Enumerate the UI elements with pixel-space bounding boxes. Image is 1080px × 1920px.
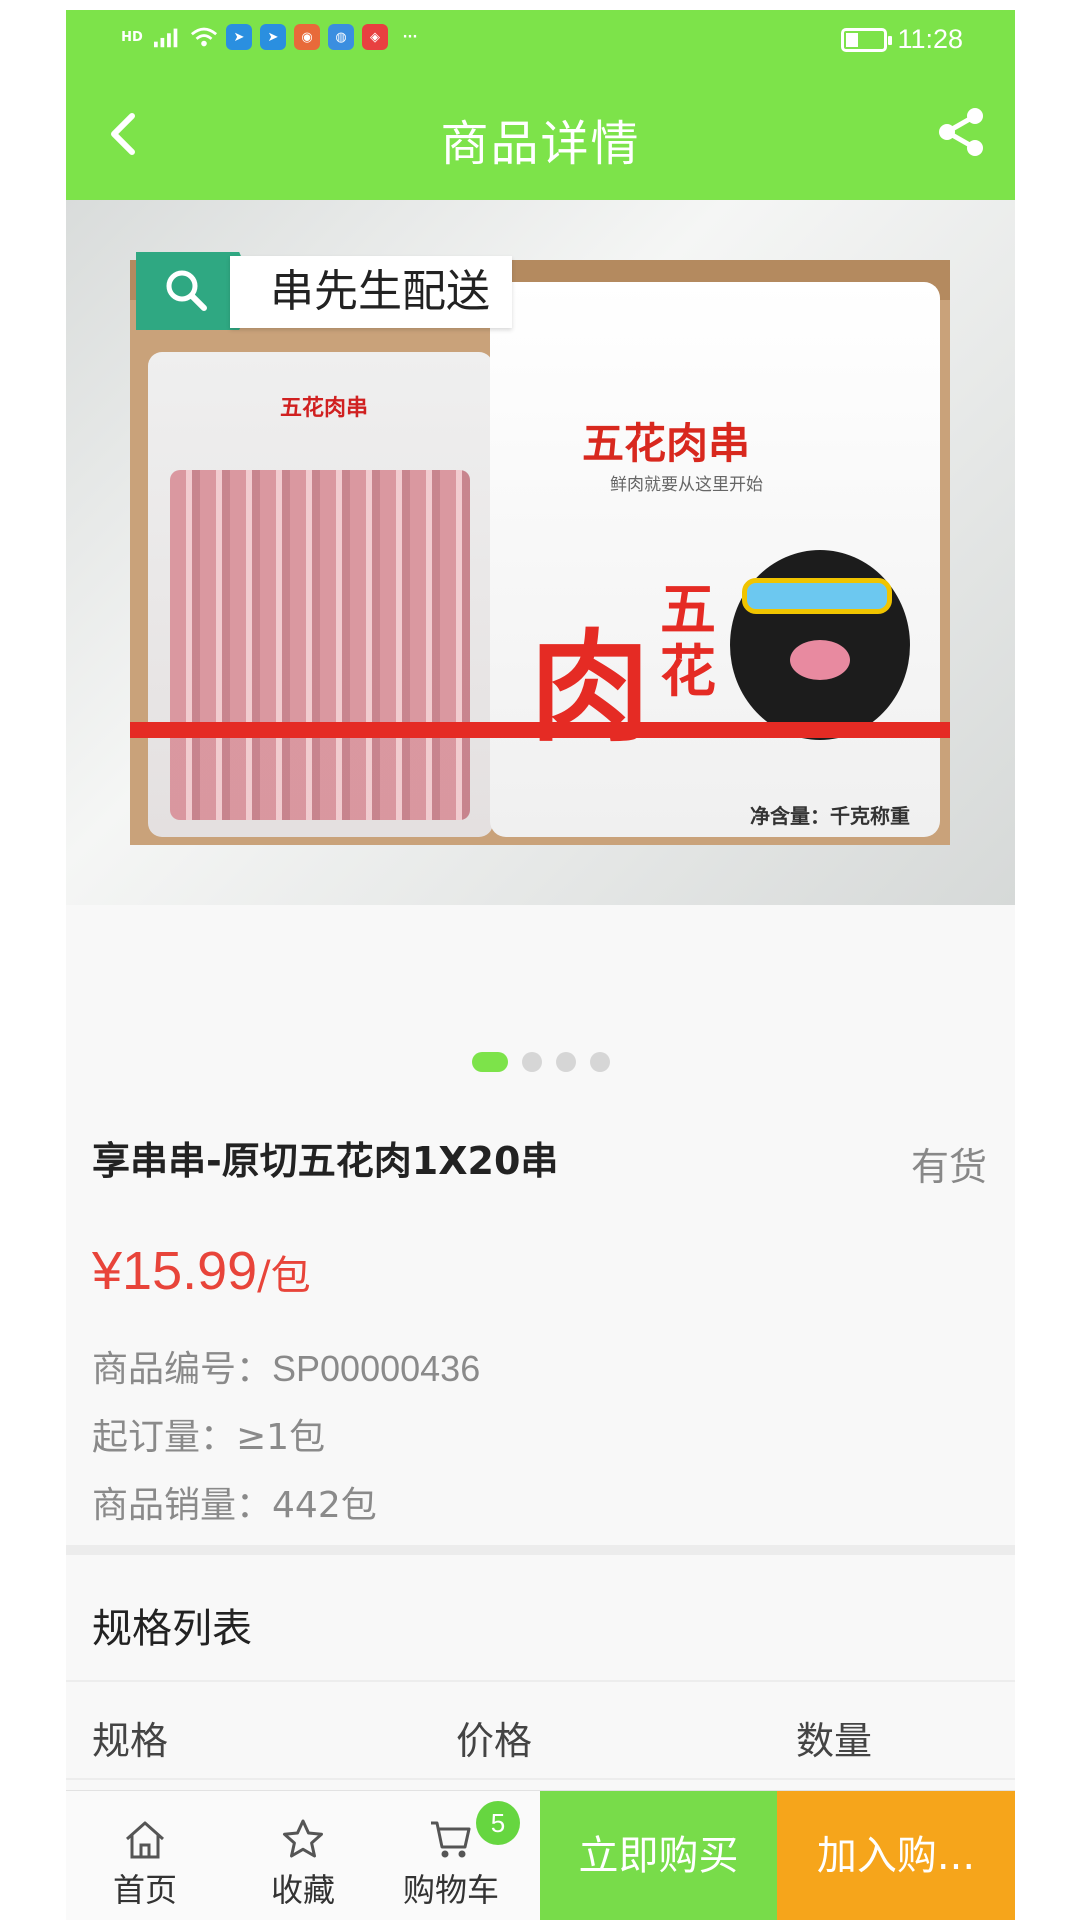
pig-sunglasses — [742, 578, 892, 614]
share-icon — [939, 108, 983, 156]
tab-favorite-label: 收藏 — [270, 1871, 335, 1909]
app-icon: ◈ — [362, 24, 388, 50]
tab-cart[interactable]: 5 购物车 — [376, 1791, 526, 1920]
product-code-label: 商品编号： — [92, 1349, 273, 1390]
spec-col-spec: 规格 — [92, 1719, 169, 1763]
app-icon: ◉ — [294, 24, 320, 50]
sales-volume: 商品销量：442包 — [92, 1476, 377, 1528]
cart-count-badge: 5 — [476, 1801, 520, 1845]
carousel-dot[interactable] — [555, 1052, 576, 1072]
signal-icon — [154, 25, 182, 49]
section-divider — [66, 1545, 1015, 1555]
carousel-dot-active[interactable] — [471, 1052, 508, 1072]
product-price: ¥15.99/包 — [92, 1240, 311, 1302]
telegram-icon: ➤ — [260, 24, 286, 50]
price-unit: /包 — [257, 1253, 311, 1299]
tab-cart-label: 购物车 — [402, 1871, 499, 1909]
carousel-dot[interactable] — [521, 1052, 542, 1072]
bag-side-chars: 五花 — [660, 578, 716, 705]
search-icon — [166, 270, 207, 311]
meat-skewers — [170, 470, 470, 820]
bottom-action-bar: 首页 收藏 5 购物车 立即购买 加入购... — [66, 1790, 1015, 1920]
carousel-dot[interactable] — [589, 1052, 610, 1072]
more-notifications: ··· — [402, 29, 418, 45]
stock-status: 有货 — [910, 1145, 987, 1189]
status-right: 11:28 — [841, 24, 963, 55]
min-order-label: 起订量： — [92, 1417, 237, 1458]
bag-left-label: 五花肉串 — [280, 396, 369, 421]
hd-indicator: HD — [121, 29, 143, 45]
header: 商品详情 — [66, 72, 1015, 200]
wifi-icon — [190, 25, 218, 49]
tab-favorite[interactable]: 收藏 — [228, 1791, 378, 1920]
tab-home-label: 首页 — [112, 1871, 177, 1909]
tab-home[interactable]: 首页 — [70, 1791, 220, 1920]
status-bar: HD ➤ ➤ ◉ ◍ ◈ ··· 11:28 — [66, 10, 1015, 72]
bag-title: 五花肉串 — [582, 419, 751, 468]
sales-volume-value: 442包 — [272, 1485, 377, 1526]
telegram-icon: ➤ — [226, 24, 252, 50]
sales-volume-label: 商品销量： — [92, 1485, 273, 1526]
page-title: 商品详情 — [440, 116, 641, 172]
cart-icon — [431, 1821, 471, 1858]
spec-col-quantity: 数量 — [796, 1719, 873, 1763]
share-button[interactable] — [931, 102, 991, 162]
product-name: 享串串-原切五花肉1X20串 — [92, 1139, 559, 1183]
red-band — [130, 722, 950, 738]
buy-now-button[interactable]: 立即购买 — [540, 1791, 777, 1920]
price-value: ¥15.99 — [92, 1241, 258, 1301]
home-icon — [126, 1821, 164, 1859]
star-icon — [283, 1819, 323, 1858]
spec-col-price: 价格 — [456, 1719, 533, 1763]
spec-list-title: 规格列表 — [92, 1606, 252, 1652]
delivery-label: 串先生配送 — [230, 256, 512, 328]
spec-table-header: 规格 价格 数量 — [66, 1680, 1015, 1780]
browser-icon: ◍ — [328, 24, 354, 50]
product-photo: 五花肉串 五花肉串 鲜肉就要从这里开始 肉 五花 净含量：千克称重 — [130, 260, 950, 845]
battery-icon — [841, 27, 893, 52]
min-order-value: ≥1包 — [236, 1417, 326, 1458]
net-weight: 净含量：千克称重 — [750, 804, 910, 828]
pig-nose — [790, 640, 850, 680]
status-time: 11:28 — [897, 24, 963, 54]
min-order: 起订量：≥1包 — [92, 1408, 325, 1460]
status-left: HD ➤ ➤ ◉ ◍ ◈ ··· — [118, 24, 424, 50]
product-code: 商品编号：SP00000436 — [92, 1340, 480, 1392]
app-screen: HD ➤ ➤ ◉ ◍ ◈ ··· 11:28 商品详情 五花肉串 五花肉串 鲜肉… — [66, 10, 1015, 1920]
add-to-cart-button[interactable]: 加入购... — [777, 1791, 1015, 1920]
carousel-indicator — [66, 1052, 1015, 1072]
product-image-gallery[interactable]: 五花肉串 五花肉串 鲜肉就要从这里开始 肉 五花 净含量：千克称重 串先生配送 — [66, 200, 1015, 905]
product-code-value: SP00000436 — [272, 1348, 481, 1389]
bag-subtitle: 鲜肉就要从这里开始 — [610, 475, 763, 495]
